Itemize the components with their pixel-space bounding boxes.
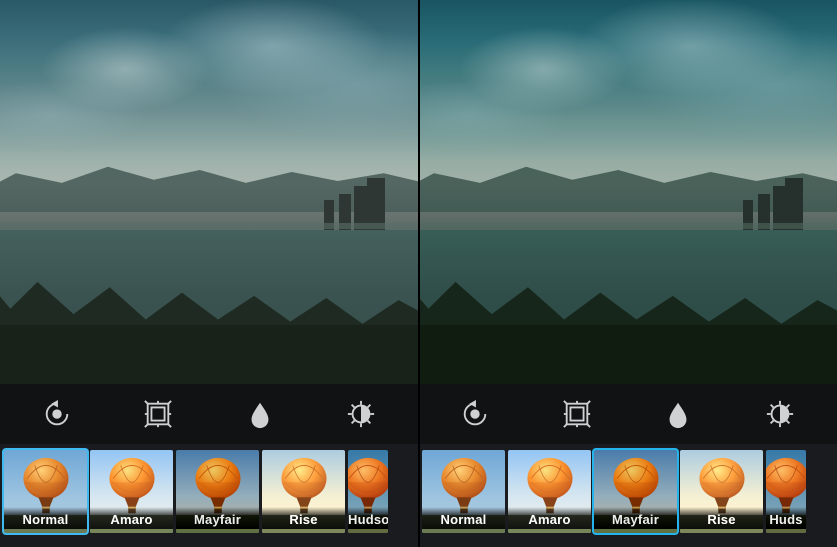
- filter-label: Mayfair: [594, 507, 677, 529]
- app-root: Normal Amaro Mayfair: [0, 0, 837, 547]
- filter-label: Normal: [4, 507, 87, 529]
- filter-hudson[interactable]: Hudso: [348, 450, 388, 543]
- filter-label: Rise: [680, 507, 763, 529]
- lux-button[interactable]: [333, 392, 389, 436]
- filter-amaro[interactable]: Amaro: [90, 450, 173, 543]
- filter-amaro[interactable]: Amaro: [508, 450, 591, 543]
- filter-strip[interactable]: Normal Amaro Mayfair: [418, 444, 837, 547]
- rotate-button[interactable]: [29, 392, 85, 436]
- rotate-button[interactable]: [447, 392, 503, 436]
- filter-label: Huds: [766, 507, 806, 529]
- frame-icon: [143, 399, 173, 429]
- filter-thumbnail: Rise: [680, 450, 763, 533]
- blur-button[interactable]: [232, 392, 288, 436]
- filter-label: Amaro: [508, 507, 591, 529]
- filter-thumbnail: Hudso: [348, 450, 388, 533]
- filter-label: Hudso: [348, 507, 388, 529]
- lux-button[interactable]: [752, 392, 808, 436]
- frame-icon: [562, 399, 592, 429]
- edit-toolbar: [418, 384, 837, 444]
- contrast-icon: [765, 399, 795, 429]
- edit-toolbar: [0, 384, 418, 444]
- filter-thumbnail: Rise: [262, 450, 345, 533]
- rotate-icon: [460, 399, 490, 429]
- drop-icon: [663, 399, 693, 429]
- filter-label: Amaro: [90, 507, 173, 529]
- photo-preview[interactable]: [418, 0, 837, 384]
- filter-rise[interactable]: Rise: [262, 450, 345, 543]
- filter-thumbnail: Mayfair: [176, 450, 259, 533]
- filter-mayfair[interactable]: Mayfair: [594, 450, 677, 543]
- filter-hudson[interactable]: Huds: [766, 450, 806, 543]
- filter-thumbnail: Normal: [4, 450, 87, 533]
- editor-pane-left: Normal Amaro Mayfair: [0, 0, 418, 547]
- filter-thumbnail: Amaro: [90, 450, 173, 533]
- filter-rise[interactable]: Rise: [680, 450, 763, 543]
- filter-thumbnail: Amaro: [508, 450, 591, 533]
- filter-thumbnail: Normal: [422, 450, 505, 533]
- frame-button[interactable]: [130, 392, 186, 436]
- filter-mayfair[interactable]: Mayfair: [176, 450, 259, 543]
- contrast-icon: [346, 399, 376, 429]
- filter-thumbnail: Mayfair: [594, 450, 677, 533]
- pane-divider: [418, 0, 420, 547]
- filter-thumbnail: Huds: [766, 450, 806, 533]
- editor-pane-right: Normal Amaro Mayfair: [418, 0, 837, 547]
- filter-label: Normal: [422, 507, 505, 529]
- filter-label: Mayfair: [176, 507, 259, 529]
- filter-normal[interactable]: Normal: [422, 450, 505, 543]
- rotate-icon: [42, 399, 72, 429]
- preview-bridge: [418, 223, 837, 229]
- filter-strip[interactable]: Normal Amaro Mayfair: [0, 444, 418, 547]
- preview-bridge: [0, 223, 418, 229]
- filter-label: Rise: [262, 507, 345, 529]
- frame-button[interactable]: [549, 392, 605, 436]
- drop-icon: [245, 399, 275, 429]
- photo-preview[interactable]: [0, 0, 418, 384]
- blur-button[interactable]: [650, 392, 706, 436]
- filter-normal[interactable]: Normal: [4, 450, 87, 543]
